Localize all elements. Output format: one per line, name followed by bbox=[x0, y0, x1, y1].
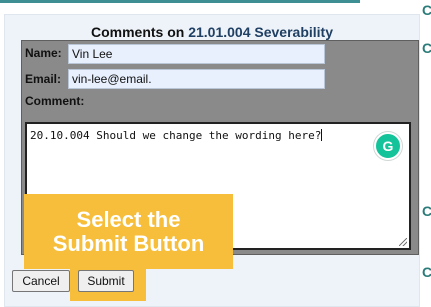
comment-text: 20.10.004 Should we change the wording h… bbox=[30, 129, 322, 142]
name-input[interactable]: Vin Lee bbox=[68, 44, 325, 64]
panel-title: Comments on 21.01.004 Severability bbox=[5, 24, 419, 40]
sidebar-fragment: C bbox=[422, 203, 431, 219]
callout-line-2: Submit Button bbox=[52, 230, 205, 256]
text-caret bbox=[321, 129, 323, 141]
callout-line-1: Select the bbox=[76, 206, 181, 232]
section-link[interactable]: 21.01.004 Severability bbox=[188, 24, 333, 40]
instruction-callout: Select the Submit Button bbox=[24, 194, 233, 269]
sidebar-fragment: C bbox=[422, 2, 431, 18]
name-label: Name: bbox=[25, 46, 62, 60]
top-accent-bar bbox=[0, 0, 360, 3]
cancel-button[interactable]: Cancel bbox=[12, 270, 70, 292]
sidebar-fragment: C bbox=[422, 40, 431, 56]
email-label: Email: bbox=[25, 72, 62, 86]
resize-handle[interactable] bbox=[399, 238, 407, 246]
sidebar-fragment: C bbox=[422, 264, 431, 280]
comment-label: Comment: bbox=[25, 94, 85, 108]
submit-button[interactable]: Submit bbox=[78, 270, 134, 292]
grammarly-glyph: G bbox=[382, 138, 394, 154]
panel-title-prefix: Comments on bbox=[90, 24, 185, 40]
email-input[interactable]: vin-lee@email. bbox=[68, 69, 325, 89]
grammarly-icon[interactable]: G bbox=[374, 132, 402, 160]
